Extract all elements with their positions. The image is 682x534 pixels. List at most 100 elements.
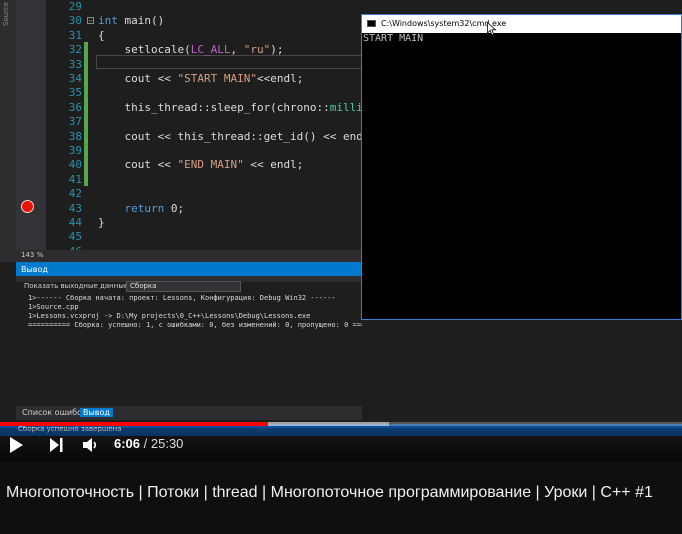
code-editor[interactable]: 29 30− int main() 31{32 setlocale(LC_ALL, "… <box>16 0 383 262</box>
line-number: 32 <box>68 43 82 57</box>
code-text: { <box>98 29 105 42</box>
line-number: 39 <box>68 144 82 157</box>
current-time: 6:06 <box>114 436 141 451</box>
code-token: { <box>98 28 105 42</box>
output-line: 1>Source.cpp <box>28 303 79 311</box>
code-line[interactable]: 38 cout << this_thread::get_id() << endl… <box>16 129 376 144</box>
console-titlebar[interactable]: C:\Windows\system32\cmd.exe <box>362 15 681 33</box>
code-line[interactable]: 39 <box>16 144 362 158</box>
output-pane-header: Вывод <box>16 262 362 276</box>
output-pane-extension <box>362 320 682 424</box>
line-number: 41 <box>68 172 82 186</box>
line-number: 29 <box>68 0 82 13</box>
line-number: 40 <box>68 158 82 172</box>
code-text: this_thread::sleep_for(chrono::millisec <box>98 100 382 114</box>
code-text: } <box>98 216 105 229</box>
code-line[interactable]: 36 this_thread::sleep_for(chrono::millis… <box>16 100 383 115</box>
code-token: int <box>98 14 118 28</box>
time-separator: / <box>140 436 151 451</box>
next-icon[interactable] <box>48 436 64 454</box>
code-text: setlocale(LC_ALL, "ru"); <box>98 43 283 56</box>
code-line[interactable]: 42 <box>16 187 362 201</box>
code-text: cout << "END MAIN" << endl; <box>98 158 303 171</box>
tab-output[interactable]: Вывод <box>80 408 113 417</box>
code-token: cout << <box>98 158 178 172</box>
output-line: 1>Lessons.vcxproj -> D:\My projects\0_C+… <box>28 312 311 320</box>
collapse-icon[interactable]: − <box>87 17 94 25</box>
code-token: this_thread::sleep_for(chrono:: <box>98 100 330 114</box>
duration: 25:30 <box>150 436 184 451</box>
line-number: 31 <box>68 28 82 42</box>
code-token: main() <box>117 14 165 28</box>
bottom-tabs: Список ошибок Вывод <box>16 406 362 420</box>
line-number: 42 <box>68 187 82 201</box>
line-number: 38 <box>68 129 82 143</box>
code-line[interactable]: 40 cout << "END MAIN" << endl; <box>16 158 362 172</box>
side-tab-label: Source <box>2 2 10 27</box>
console-window[interactable]: C:\Windows\system32\cmd.exe START MAIN <box>361 14 682 320</box>
cmd-icon <box>367 20 376 27</box>
code-line[interactable]: 44} <box>16 216 362 230</box>
video-player[interactable]: Source 29 30− int main() 31{32 setlocale(LC… <box>0 0 682 462</box>
output-pane: Вывод Показать выходные данные из: Сборк… <box>16 262 395 424</box>
line-number: 33 <box>68 57 82 71</box>
output-line: ========== Сборка: успешно: 1, с ошибкам… <box>28 321 395 329</box>
code-line[interactable]: 37 <box>16 115 362 129</box>
line-number: 44 <box>68 216 82 229</box>
time-display: 6:06 / 25:30 <box>114 436 183 451</box>
code-token: return <box>124 201 165 215</box>
line-number: 34 <box>68 72 82 85</box>
play-icon[interactable] <box>8 436 24 454</box>
show-output-label: Показать выходные данные из: <box>24 282 142 290</box>
code-line[interactable]: 31 { <box>16 29 362 43</box>
progress-bar[interactable] <box>0 422 682 426</box>
line-number: 43 <box>68 201 82 215</box>
mouse-cursor-icon <box>487 22 497 36</box>
code-line[interactable]: 35 <box>16 86 362 100</box>
line-number: 35 <box>68 86 82 100</box>
code-text: cout << this_thread::get_id() << endl; <box>98 130 376 143</box>
code-line[interactable]: 45 <box>16 230 362 244</box>
code-token: "START MAIN" <box>177 72 257 85</box>
code-token: } <box>98 216 105 229</box>
video-title[interactable]: Многопоточность | Потоки | thread | Мног… <box>6 482 682 504</box>
code-token: 0; <box>164 201 185 215</box>
line-number: 36 <box>68 100 82 114</box>
code-token: << endl; <box>243 158 304 172</box>
code-token: , <box>230 43 244 57</box>
tab-error-list[interactable]: Список ошибок <box>22 408 87 417</box>
progress-played <box>0 422 269 426</box>
code-line[interactable]: 30− int main() <box>16 14 362 28</box>
code-token: <<endl; <box>256 72 304 85</box>
output-source-select[interactable]: Сборка <box>126 281 241 292</box>
code-token: "ru" <box>243 43 271 57</box>
output-pane-title: Вывод <box>21 265 48 274</box>
code-token: LC_ALL <box>190 43 231 57</box>
code-text: cout << "START MAIN"<<endl; <box>98 72 303 85</box>
output-line: 1>------ Сборка начата: проект: Lessons,… <box>28 294 336 302</box>
line-number: 45 <box>68 230 82 244</box>
code-token: ); <box>270 43 284 57</box>
code-line[interactable]: 41 <box>16 173 362 187</box>
volume-icon[interactable] <box>82 436 100 454</box>
zoom-level[interactable]: 143 % <box>21 251 43 259</box>
code-line[interactable]: 32 setlocale(LC_ALL, "ru"); <box>16 43 362 57</box>
code-token: cout << this_thread::get_id() << endl; <box>98 129 377 143</box>
output-log: 1>------ Сборка начата: проект: Lessons,… <box>28 294 395 330</box>
code-token: cout << <box>98 72 178 85</box>
code-token: "END MAIN" <box>177 158 244 172</box>
code-line[interactable]: 34 cout << "START MAIN"<<endl; <box>16 72 362 86</box>
solution-explorer-tab[interactable]: Source <box>0 0 16 262</box>
code-text: return 0; <box>98 201 185 215</box>
line-number: 37 <box>68 115 82 129</box>
code-line[interactable]: 29 <box>16 0 362 14</box>
code-line[interactable]: 43 return 0; <box>16 202 362 216</box>
code-line[interactable]: 33 <box>16 58 362 72</box>
console-output: START MAIN <box>363 33 424 44</box>
line-number: 30 <box>68 14 82 28</box>
code-token: setlocale( <box>98 43 191 57</box>
zoom-bar: 143 % <box>16 250 362 262</box>
player-controls: 6:06 / 25:30 <box>0 428 682 462</box>
code-text: int main() <box>98 14 164 27</box>
